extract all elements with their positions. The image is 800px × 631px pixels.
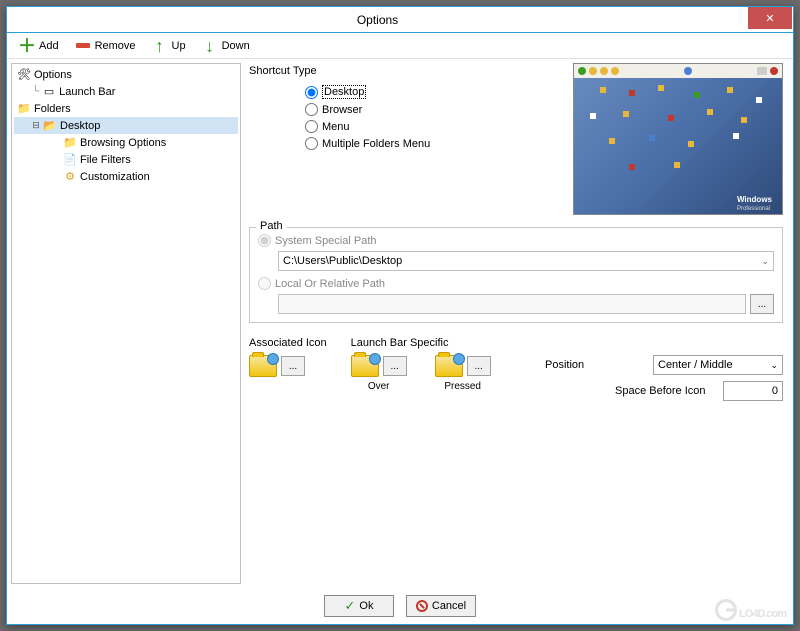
browse-icon-button[interactable]: ... — [281, 356, 305, 376]
tree-label: Browsing Options — [80, 137, 166, 149]
remove-label: Remove — [95, 40, 136, 52]
radio-system-path — [258, 234, 271, 247]
tree-label: Options — [34, 69, 72, 81]
filter-icon: 📄 — [62, 153, 78, 167]
radio-local-path-label: Local Or Relative Path — [275, 278, 385, 290]
window-title: Options — [7, 13, 748, 27]
preview-taskbar — [574, 64, 782, 78]
browse-button[interactable]: ... — [750, 294, 774, 314]
cancel-label: Cancel — [432, 600, 466, 612]
position-label: Position — [545, 359, 645, 371]
chevron-down-icon: ⌄ — [770, 360, 778, 371]
radio-browser-label[interactable]: Browser — [322, 104, 362, 116]
radio-multiple[interactable] — [305, 137, 318, 150]
dot-icon — [600, 67, 608, 75]
titlebar: Options ✕ — [7, 7, 793, 33]
remove-button[interactable]: Remove — [69, 36, 142, 56]
folder-open-icon: 📂 — [42, 119, 58, 133]
radio-desktop[interactable] — [305, 86, 318, 99]
dot-icon — [611, 67, 619, 75]
radio-desktop-label[interactable]: Desktop — [322, 85, 366, 99]
bar-icon: ▭ — [41, 85, 57, 99]
tree-label: Desktop — [60, 120, 100, 132]
position-value: Center / Middle — [658, 359, 733, 371]
close-button[interactable]: ✕ — [748, 7, 792, 29]
path-fieldset: Path System Special Path C:\Users\Public… — [249, 227, 783, 323]
up-label: Up — [172, 40, 186, 52]
dot-icon — [770, 67, 778, 75]
gear-icon: ⚙ — [62, 170, 78, 184]
associated-icon-title: Associated Icon — [249, 337, 327, 349]
folder-icon — [435, 355, 463, 377]
preview-logo: Windows — [737, 195, 772, 204]
tree-item-options[interactable]: 🛠 Options — [14, 66, 238, 83]
ok-label: Ok — [359, 600, 373, 612]
tree-item-file-filters[interactable]: 📄 File Filters — [14, 151, 238, 168]
ok-button[interactable]: ✓ Ok — [324, 595, 394, 617]
position-dropdown[interactable]: Center / Middle ⌄ — [653, 355, 783, 375]
tree-label: File Filters — [80, 154, 131, 166]
wrench-icon: 🛠 — [16, 68, 32, 82]
footer: ✓ Ok Cancel — [7, 588, 793, 624]
radio-browser[interactable] — [305, 103, 318, 116]
tree-connector: └ — [30, 86, 41, 97]
add-label: Add — [39, 40, 59, 52]
tree-item-launch-bar[interactable]: └ ▭ Launch Bar — [14, 83, 238, 100]
cancel-icon — [416, 600, 428, 612]
folder-icon — [351, 355, 379, 377]
system-path-dropdown[interactable]: C:\Users\Public\Desktop ⌄ — [278, 251, 774, 271]
space-before-label: Space Before Icon — [615, 385, 715, 397]
down-arrow-icon: ↓ — [202, 38, 218, 54]
over-label: Over — [351, 381, 407, 392]
path-legend: Path — [256, 220, 287, 232]
tree-label: Folders — [34, 103, 71, 115]
sidebar-tree[interactable]: 🛠 Options └ ▭ Launch Bar 📁 Folders ⊟ 📂 D… — [11, 63, 241, 584]
folder-icon: 📁 — [16, 102, 32, 116]
launchbar-specific-title: Launch Bar Specific — [351, 337, 491, 349]
radio-menu[interactable] — [305, 120, 318, 133]
plus-icon: ＋ — [19, 38, 35, 54]
radio-local-path — [258, 277, 271, 290]
down-label: Down — [222, 40, 250, 52]
expander-icon[interactable]: ⊟ — [30, 120, 42, 131]
dot-icon — [578, 67, 586, 75]
up-button[interactable]: ↑ Up — [146, 36, 192, 56]
local-path-input — [278, 294, 746, 314]
browse-pressed-button[interactable]: ... — [467, 356, 491, 376]
content-panel: Shortcut Type Desktop Browser Menu — [241, 59, 793, 588]
preview-image: Windows Professional — [573, 63, 783, 215]
close-icon: ✕ — [765, 12, 774, 25]
dot-icon — [684, 67, 692, 75]
preview-desktop-icons — [580, 82, 776, 184]
space-before-input[interactable] — [723, 381, 783, 401]
down-button[interactable]: ↓ Down — [196, 36, 256, 56]
system-path-value: C:\Users\Public\Desktop — [283, 255, 402, 267]
cancel-button[interactable]: Cancel — [406, 595, 476, 617]
tree-item-browsing-options[interactable]: 📁 Browsing Options — [14, 134, 238, 151]
radio-system-path-label: System Special Path — [275, 235, 377, 247]
add-button[interactable]: ＋ Add — [13, 36, 65, 56]
tree-label: Customization — [80, 171, 150, 183]
check-icon: ✓ — [345, 598, 356, 614]
minus-icon — [75, 38, 91, 54]
tree-label: Launch Bar — [59, 86, 115, 98]
browse-over-button[interactable]: ... — [383, 356, 407, 376]
dot-icon — [757, 67, 767, 75]
up-arrow-icon: ↑ — [152, 38, 168, 54]
tree-item-folders[interactable]: 📁 Folders — [14, 100, 238, 117]
tree-item-desktop[interactable]: ⊟ 📂 Desktop — [14, 117, 238, 134]
preview-logo-sub: Professional — [737, 206, 770, 212]
chevron-down-icon: ⌄ — [761, 256, 769, 267]
dot-icon — [589, 67, 597, 75]
options-window: Options ✕ ＋ Add Remove ↑ Up ↓ Down 🛠 Op — [6, 6, 794, 625]
tree-item-customization[interactable]: ⚙ Customization — [14, 168, 238, 185]
folder-search-icon: 📁 — [62, 136, 78, 150]
toolbar: ＋ Add Remove ↑ Up ↓ Down — [7, 33, 793, 59]
folder-icon — [249, 355, 277, 377]
pressed-label: Pressed — [435, 381, 491, 392]
radio-multiple-label[interactable]: Multiple Folders Menu — [322, 138, 430, 150]
radio-menu-label[interactable]: Menu — [322, 121, 350, 133]
shortcut-type-title: Shortcut Type — [249, 65, 561, 77]
